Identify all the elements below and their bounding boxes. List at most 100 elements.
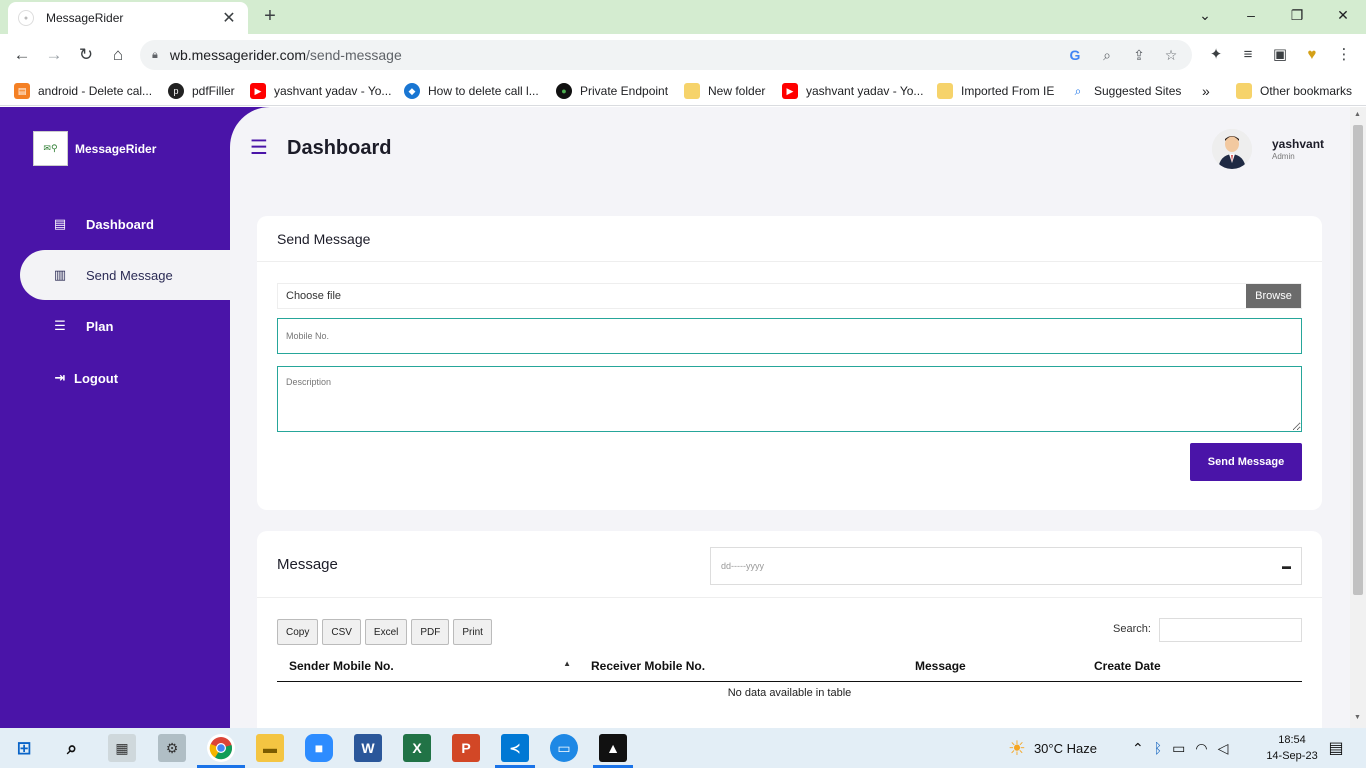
page-title: Dashboard	[287, 137, 392, 159]
remote-desktop-icon[interactable]: ▭	[550, 734, 578, 762]
excel-button[interactable]: Excel	[364, 619, 408, 645]
back-icon[interactable]: ←	[10, 43, 34, 67]
dashboard-icon: ▤	[53, 216, 67, 231]
send-message-button[interactable]: Send Message	[1190, 443, 1302, 481]
powerpoint-icon[interactable]: P	[452, 734, 480, 762]
pdf-button[interactable]: PDF	[411, 619, 450, 645]
brand-logo-icon: ✉⚲	[33, 131, 68, 166]
clock-time: 18:54	[1278, 734, 1306, 746]
date-placeholder: dd-----yyyy	[721, 561, 764, 571]
word-icon[interactable]: W	[354, 734, 382, 762]
tab-close-icon[interactable]: ✕	[220, 8, 238, 28]
date-filter-input[interactable]: dd-----yyyy ▬	[710, 547, 1302, 585]
minimize-icon[interactable]: –	[1238, 4, 1264, 26]
bookmark-item[interactable]: ● Private Endpoint	[556, 81, 668, 101]
clock-date: 14-Sep-23	[1266, 750, 1318, 762]
folder-icon	[684, 83, 700, 99]
mobile-number-input[interactable]	[277, 318, 1302, 354]
bookmark-item[interactable]: ⌕ Suggested Sites	[1070, 81, 1181, 101]
zoom-icon[interactable]: ⌕	[1096, 45, 1118, 65]
window-close-icon[interactable]: ✕	[1330, 4, 1356, 26]
bookmark-item[interactable]: ▤ android - Delete cal...	[14, 81, 152, 101]
new-tab-icon[interactable]: +	[259, 5, 281, 27]
sidebar-item-dashboard[interactable]: ▤ Dashboard	[20, 199, 230, 249]
copy-button[interactable]: Copy	[277, 619, 319, 645]
browser-tab[interactable]: ● MessageRider ✕	[8, 2, 248, 34]
print-button[interactable]: Print	[453, 619, 492, 645]
media-icon[interactable]: ≡	[1236, 43, 1260, 67]
bookmark-item[interactable]: Other bookmarks	[1236, 81, 1352, 101]
photos-icon[interactable]: ▲	[599, 734, 627, 762]
notifications-icon[interactable]: ▤	[1322, 734, 1350, 762]
search-icon[interactable]: ⌕	[58, 734, 86, 762]
messages-table: Sender Mobile No. ▲ Receiver Mobile No. M…	[277, 651, 1302, 705]
menu-dots-icon[interactable]: ⋮	[1332, 43, 1356, 67]
brand[interactable]: ✉⚲ MessageRider	[33, 131, 156, 166]
address-bar[interactable]: 🔒︎ wb.messagerider.com/send-message G ⌕ …	[140, 40, 1192, 70]
message-icon: ▥	[53, 267, 67, 282]
bluetooth-icon[interactable]: ᛒ	[1154, 740, 1162, 756]
bookmark-item[interactable]: Imported From IE	[937, 81, 1054, 101]
weather-widget[interactable]: ☀ 30°C Haze	[1008, 728, 1097, 768]
sidebar-item-label: Send Message	[86, 267, 173, 283]
column-header-receiver[interactable]: Receiver Mobile No.	[579, 651, 903, 682]
vscode-icon[interactable]: ≺	[501, 734, 529, 762]
share-icon[interactable]: ⇪	[1128, 45, 1150, 65]
bookmarks-overflow-icon[interactable]: »	[1202, 81, 1210, 101]
clock[interactable]: 18:54 14-Sep-23	[1262, 732, 1322, 764]
folder-icon	[937, 83, 953, 99]
side-panel-icon[interactable]: ▣	[1268, 43, 1292, 67]
bookmark-star-icon[interactable]: ☆	[1160, 45, 1182, 65]
column-header-message[interactable]: Message	[903, 651, 1082, 682]
tray-chevron-icon[interactable]: ⌃	[1132, 740, 1144, 757]
bookmark-item[interactable]: New folder	[684, 81, 765, 101]
scroll-thumb[interactable]	[1353, 125, 1363, 595]
battery-icon[interactable]: ▭	[1172, 740, 1185, 757]
description-textarea[interactable]	[277, 366, 1302, 432]
tab-title: MessageRider	[46, 11, 124, 25]
lock-icon[interactable]: 🔒︎	[152, 49, 158, 62]
volume-icon[interactable]: ◁	[1218, 740, 1229, 757]
wifi-icon[interactable]: ◠	[1195, 740, 1207, 757]
task-view-icon[interactable]: ▦	[108, 734, 136, 762]
sliders-icon: ☰	[54, 318, 66, 333]
calendar-icon[interactable]: ▬	[1282, 561, 1291, 571]
table-search-input[interactable]	[1159, 618, 1302, 642]
zoom-app-icon[interactable]: ■	[305, 734, 333, 762]
system-tray: ⌃ ᛒ ▭ ◠ ◁	[1132, 728, 1228, 768]
home-icon[interactable]: ⌂	[106, 43, 130, 67]
bookmark-item[interactable]: p pdfFiller	[168, 81, 235, 101]
bookmark-item[interactable]: ▶ yashvant yadav - Yo...	[250, 81, 391, 101]
bookmark-item[interactable]: ▶ yashvant yadav - Yo...	[782, 81, 923, 101]
chrome-icon[interactable]	[207, 734, 235, 762]
bookmark-item[interactable]: ◆ How to delete call l...	[404, 81, 539, 101]
avatar[interactable]	[1212, 129, 1252, 169]
scroll-up-icon[interactable]: ▲	[1354, 111, 1361, 118]
sidebar-item-send-message[interactable]: ▥ Send Message	[20, 250, 230, 300]
sidebar-item-plan[interactable]: ☰ Plan	[20, 301, 230, 351]
windows-start-icon[interactable]: ⊞	[10, 734, 38, 762]
bookmarks-bar: ▤ android - Delete cal... p pdfFiller ▶ yas…	[0, 76, 1366, 106]
extensions-icon[interactable]: ✦	[1204, 43, 1228, 67]
tab-search-chevron-icon[interactable]: ⌄	[1192, 4, 1218, 26]
google-icon[interactable]: G	[1064, 45, 1086, 65]
control-panel-icon[interactable]: ⚙	[158, 734, 186, 762]
column-header-sender[interactable]: Sender Mobile No. ▲	[277, 651, 579, 682]
browse-button[interactable]: Browse	[1246, 284, 1301, 308]
hamburger-menu-icon[interactable]: ☰	[250, 137, 270, 159]
reload-icon[interactable]: ↻	[74, 43, 98, 67]
scroll-down-icon[interactable]: ▼	[1354, 714, 1361, 721]
excel-icon[interactable]: X	[403, 734, 431, 762]
stack-icon: ▤	[14, 83, 30, 99]
restore-icon[interactable]: ❐	[1284, 4, 1310, 26]
forward-icon[interactable]: →	[42, 43, 66, 67]
sidebar-item-logout[interactable]: ⇥ Logout	[20, 353, 230, 403]
card-title: Send Message	[257, 216, 1322, 262]
file-explorer-icon[interactable]: ▬	[256, 734, 284, 762]
column-header-create-date[interactable]: Create Date	[1082, 651, 1302, 682]
profile-icon[interactable]: ♥	[1300, 43, 1324, 67]
page-scrollbar[interactable]: ▲ ▼	[1350, 107, 1366, 728]
user-name: yashvant	[1272, 137, 1325, 151]
csv-button[interactable]: CSV	[322, 619, 361, 645]
file-chooser[interactable]: Choose file Browse	[277, 283, 1302, 309]
